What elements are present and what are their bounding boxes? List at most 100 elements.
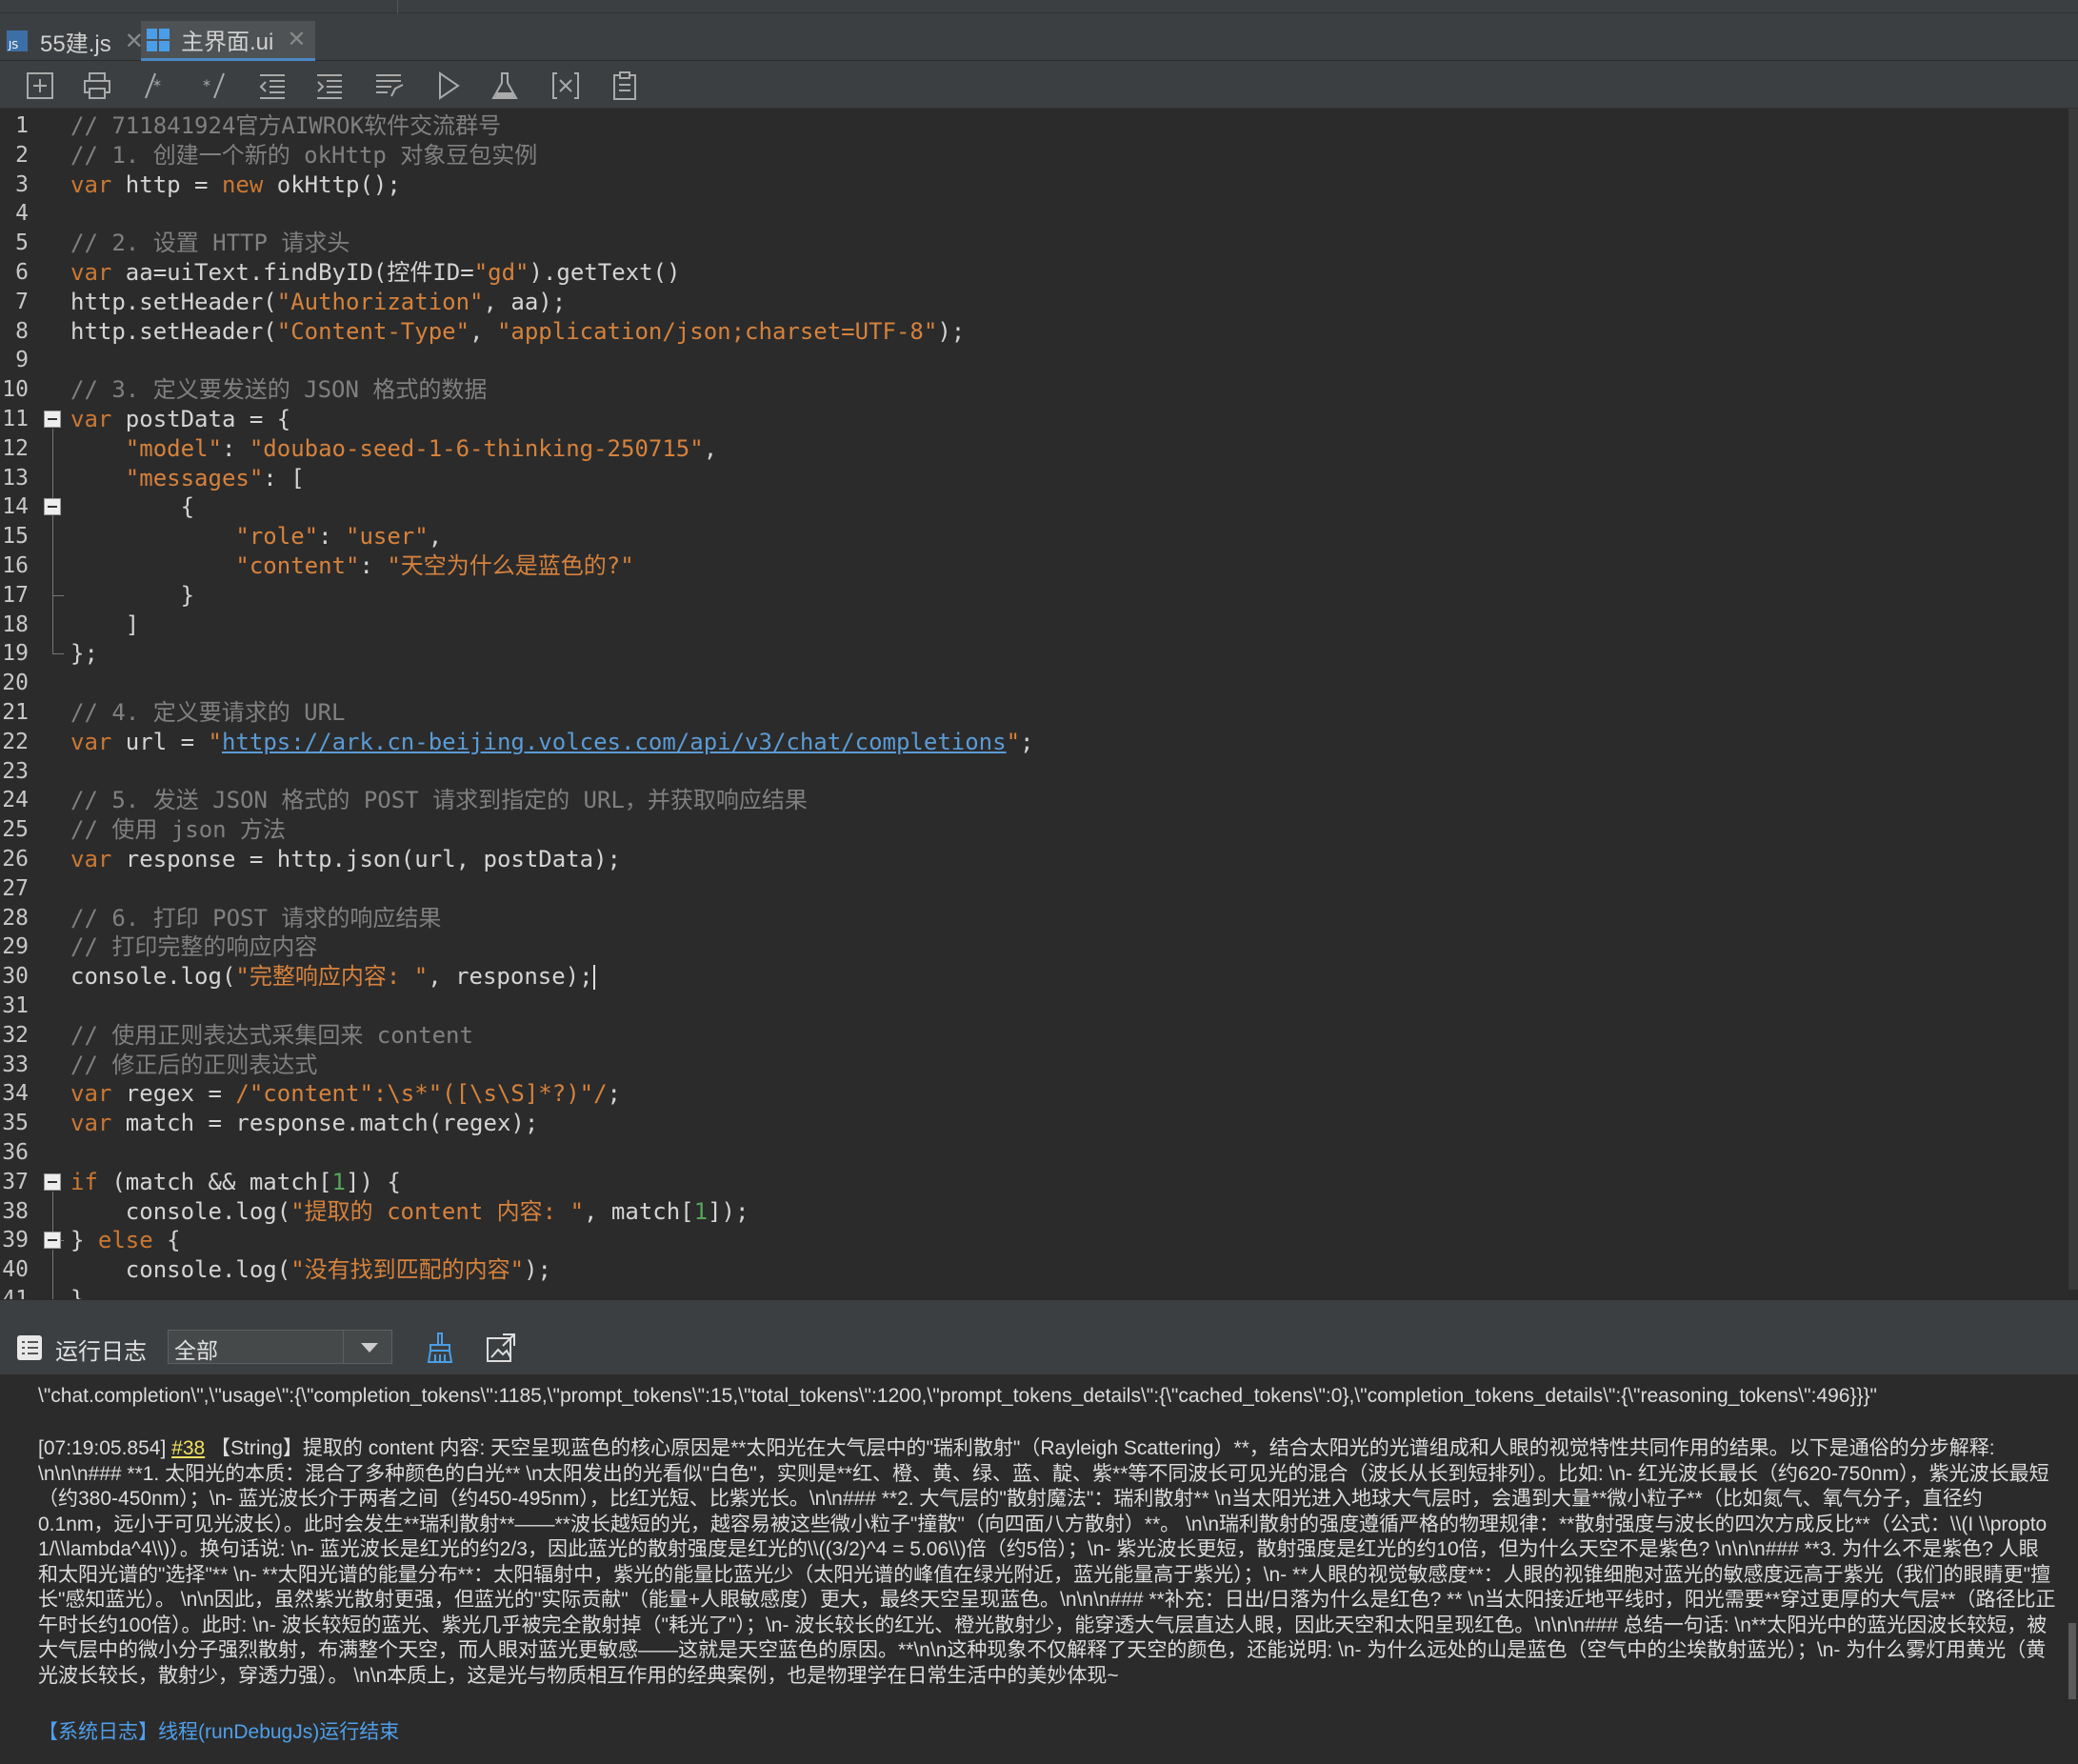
code-text: // 使用正则表达式采集回来 content — [70, 1021, 473, 1051]
outdent-icon — [259, 74, 285, 99]
uncomment-button[interactable]: * — [196, 69, 230, 103]
code-text: var http = new okHttp(); — [70, 170, 401, 200]
code-line[interactable]: 25 // 使用 json 方法 — [0, 815, 2048, 845]
outdent-button[interactable] — [255, 69, 290, 103]
add-file-button[interactable] — [23, 69, 57, 103]
code-token: aa=uiText.findByID(控件ID= — [111, 259, 474, 286]
code-line[interactable]: 13 "messages": [ — [0, 464, 2048, 493]
code-line[interactable]: 5 // 2. 设置 HTTP 请求头 — [0, 229, 2048, 258]
code-line[interactable]: 23 — [0, 757, 2048, 787]
close-icon[interactable]: ✕ — [287, 26, 306, 53]
code-line[interactable]: 10 // 3. 定义要发送的 JSON 格式的数据 — [0, 375, 2048, 405]
comment-button[interactable]: * — [139, 69, 173, 103]
code-line[interactable]: 29 // 打印完整的响应内容 — [0, 932, 2048, 962]
code-line[interactable]: 30 console.log("完整响应内容: ", response); — [0, 962, 2048, 992]
code-token: // 修正后的正则表达式 — [70, 1051, 318, 1078]
code-line[interactable]: 33 // 修正后的正则表达式 — [0, 1051, 2048, 1080]
tab-55jian-js[interactable]: JS 55建.js ✕ — [0, 21, 153, 61]
clipboard-button[interactable] — [608, 69, 642, 103]
log-filter-select[interactable]: 全部 — [168, 1330, 392, 1364]
code-token: ]) { — [346, 1168, 401, 1195]
code-line[interactable]: 32 // 使用正则表达式采集回来 content — [0, 1021, 2048, 1051]
code-text: // 6. 打印 POST 请求的响应结果 — [70, 904, 441, 933]
code-line[interactable]: 38 console.log("提取的 content 内容: ", match… — [0, 1197, 2048, 1227]
code-line[interactable]: 8 http.setHeader("Content-Type", "applica… — [0, 317, 2048, 347]
code-line[interactable]: 20 — [0, 669, 2048, 698]
indent-button[interactable] — [312, 69, 347, 103]
log-output[interactable]: \"chat.completion\",\"usage\":{\"complet… — [0, 1375, 2078, 1764]
code-line[interactable]: 9 — [0, 346, 2048, 375]
code-line[interactable]: 4 — [0, 199, 2048, 229]
code-line[interactable]: 35 var match = response.match(regex); — [0, 1109, 2048, 1138]
code-token: ] — [70, 611, 140, 638]
tab-main-ui[interactable]: 主界面.ui ✕ — [141, 21, 316, 61]
url-link[interactable]: https://ark.cn-beijing.volces.com/api/v3… — [222, 729, 1007, 755]
log-line-link[interactable]: #38 — [171, 1437, 205, 1459]
code-line[interactable]: 6 var aa=uiText.findByID(控件ID="gd").getTe… — [0, 258, 2048, 288]
code-token: { — [152, 1227, 181, 1254]
code-line[interactable]: 18 ] — [0, 611, 2048, 640]
code-line[interactable]: 3 var http = new okHttp(); — [0, 170, 2048, 200]
line-number: 35 — [2, 1111, 29, 1136]
code-line[interactable]: 36 — [0, 1138, 2048, 1168]
code-line[interactable]: 39} else { — [0, 1226, 2048, 1255]
fold-toggle-icon[interactable] — [44, 1173, 61, 1191]
clear-log-icon[interactable] — [423, 1331, 457, 1365]
panel-divider[interactable] — [0, 1300, 2078, 1319]
code-line[interactable]: 27 — [0, 874, 2048, 904]
line-number: 21 — [2, 700, 29, 725]
code-line[interactable]: 17 } — [0, 581, 2048, 611]
vertical-scrollbar[interactable] — [2068, 109, 2078, 1290]
code-line[interactable]: 26 var response = http.json(url, postData… — [0, 845, 2048, 874]
format-button[interactable] — [371, 69, 406, 103]
svg-text:*: * — [203, 76, 210, 94]
code-line[interactable]: 37 if (match && match[1]) { — [0, 1168, 2048, 1197]
run-button[interactable] — [430, 69, 465, 103]
code-line[interactable]: 24 // 5. 发送 JSON 格式的 POST 请求到指定的 URL，并获取响… — [0, 786, 2048, 815]
code-editor[interactable]: 1 // 711841924官方AIWROK软件交流群号 2 // 1. 创建一个新的… — [0, 109, 2078, 1299]
clipboard-icon — [613, 71, 636, 100]
code-token: match = response.match(regex); — [111, 1110, 539, 1137]
code-line[interactable]: 22 var url = "https://ark.cn-beijing.volc… — [0, 728, 2048, 757]
export-image-icon[interactable] — [484, 1331, 518, 1365]
fold-toggle-icon[interactable] — [44, 498, 61, 516]
test-button[interactable] — [488, 69, 522, 103]
code-line[interactable]: 14 { — [0, 492, 2048, 522]
code-token: "messages" — [125, 464, 264, 491]
log-scrollbar[interactable] — [2068, 1623, 2076, 1699]
editor-toolbar: * * — [0, 61, 2078, 109]
print-button[interactable] — [80, 69, 114, 103]
code-line[interactable]: 40 console.log("没有找到匹配的内容"); — [0, 1255, 2048, 1285]
code-line[interactable]: 11 var postData = { — [0, 405, 2048, 434]
chevron-down-icon[interactable] — [361, 1343, 378, 1353]
title-strip — [0, 0, 2078, 13]
fold-toggle-icon[interactable] — [44, 1232, 61, 1250]
code-line[interactable]: 41} — [0, 1285, 2048, 1299]
code-line[interactable]: 12 "model": "doubao-seed-1-6-thinking-25… — [0, 434, 2048, 464]
code-text: http.setHeader("Authorization", aa); — [70, 288, 566, 317]
code-token: "Content-Type" — [276, 317, 470, 345]
line-number: 29 — [2, 934, 29, 960]
code-token: // 打印完整的响应内容 — [70, 933, 318, 961]
line-number: 7 — [15, 289, 29, 314]
run-icon — [439, 71, 460, 100]
code-text: "role": "user", — [70, 522, 442, 551]
code-line[interactable]: 2 // 1. 创建一个新的 okHttp 对象豆包实例 — [0, 141, 2048, 170]
code-line[interactable]: 21 // 4. 定义要请求的 URL — [0, 698, 2048, 728]
log-timestamp: [07:19:05.854] — [38, 1437, 167, 1459]
code-text: var match = response.match(regex); — [70, 1109, 538, 1138]
code-line[interactable]: 31 — [0, 992, 2048, 1021]
fold-toggle-icon[interactable] — [44, 411, 61, 428]
code-line[interactable]: 1 // 711841924官方AIWROK软件交流群号 — [0, 111, 2048, 141]
code-token: // 使用 json 方法 — [70, 816, 287, 844]
code-line[interactable]: 28 // 6. 打印 POST 请求的响应结果 — [0, 904, 2048, 933]
variable-button[interactable] — [549, 69, 583, 103]
code-line[interactable]: 15 "role": "user", — [0, 522, 2048, 551]
code-line[interactable]: 16 "content": "天空为什么是蓝色的?" — [0, 551, 2048, 581]
code-line[interactable]: 7 http.setHeader("Authorization", aa); — [0, 288, 2048, 317]
code-token: ; — [607, 1080, 621, 1108]
code-line[interactable]: 34 var regex = /"content":\s*"([\s\S]*?)"… — [0, 1079, 2048, 1109]
code-line[interactable]: 19}; — [0, 639, 2048, 669]
line-number: 17 — [2, 582, 29, 608]
